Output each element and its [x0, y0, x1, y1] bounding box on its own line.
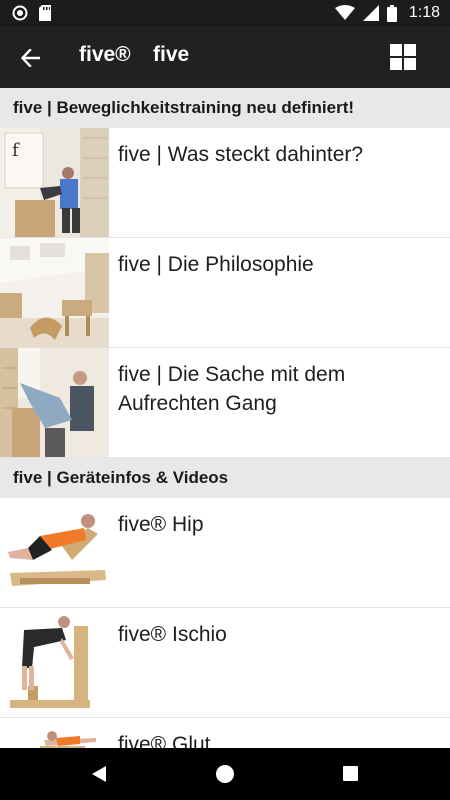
notification-circle-icon: [12, 5, 28, 21]
sd-card-icon: [39, 5, 51, 21]
list-item-label: five | Was steckt dahinter?: [118, 143, 364, 166]
arrow-back-icon: [21, 49, 40, 67]
list-item[interactable]: five | Die Sache mit dem Aufrechten Gang: [0, 348, 450, 458]
list-item-label: five® Ischio: [118, 623, 227, 646]
list-item-label: five | Die Sache mit dem Aufrechten Gang: [118, 363, 346, 415]
app-subtitle: five: [153, 43, 190, 66]
hip-device-photo: [0, 498, 109, 607]
nav-back-icon[interactable]: [90, 765, 108, 783]
list-item-label: five | Die Philosophie: [118, 253, 314, 276]
system-nav-bar: [0, 748, 450, 800]
content-list[interactable]: five | Beweglichkeitstraining neu defini…: [0, 88, 450, 748]
status-time: 1:18: [408, 4, 440, 21]
grid-view-button[interactable]: [390, 44, 416, 70]
list-item[interactable]: five® Hip: [0, 498, 450, 608]
app-bar: five® five: [0, 26, 450, 88]
battery-icon: [386, 4, 397, 22]
nav-recents-icon[interactable]: [343, 766, 358, 781]
wifi-icon: [334, 5, 355, 20]
grid-view-icon: [390, 44, 416, 70]
list-item-label: five® Glut: [118, 733, 211, 748]
section-header: five | Beweglichkeitstraining neu defini…: [0, 88, 450, 128]
studio-trainer-photo: f: [0, 128, 109, 237]
list-item-label: five® Hip: [118, 513, 204, 536]
signal-icon: [362, 5, 379, 21]
list-item[interactable]: f five | Was steckt dahinter?: [0, 128, 450, 238]
list-item[interactable]: five | Die Philosophie: [0, 238, 450, 348]
glut-device-photo: [0, 718, 109, 748]
list-item[interactable]: five® Glut: [0, 718, 450, 748]
nav-home-icon[interactable]: [216, 765, 234, 783]
app-title: five®: [79, 43, 131, 66]
trainer-stretch-photo: [0, 348, 109, 457]
section-header: five | Geräteinfos & Videos: [0, 458, 450, 498]
studio-room-photo: [0, 238, 109, 347]
back-button[interactable]: [16, 43, 46, 73]
status-bar: 1:18: [0, 0, 450, 26]
ischio-device-photo: [0, 608, 109, 717]
list-item[interactable]: five® Ischio: [0, 608, 450, 718]
